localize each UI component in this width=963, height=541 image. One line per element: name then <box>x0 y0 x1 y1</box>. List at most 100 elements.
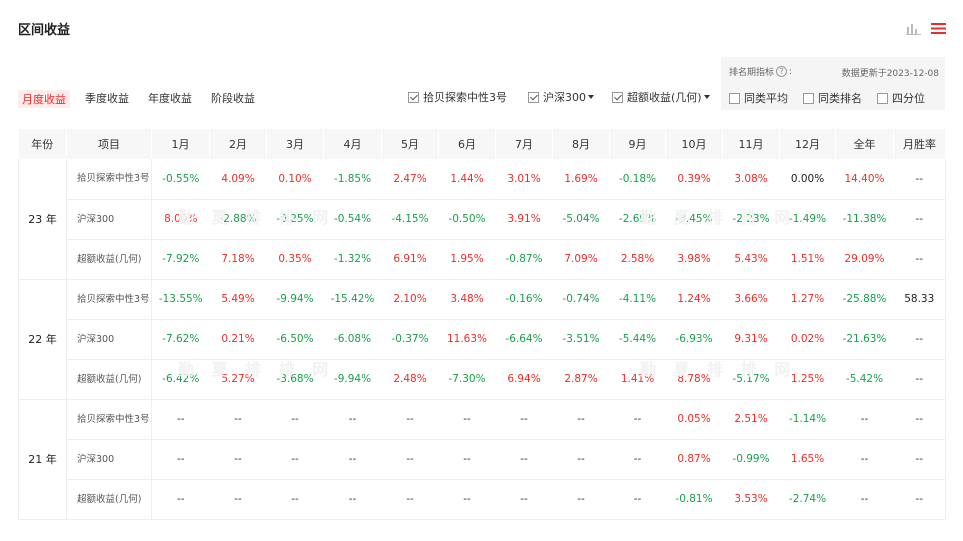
value-cell: -- <box>438 479 496 520</box>
value-cell: -0.87% <box>495 239 553 280</box>
table-header-row: 年份 项目 1月 2月 3月 4月 5月 6月 7月 8月 9月 10月 11月 12月 全年 月胜率 <box>18 129 946 159</box>
value-cell: 6.91% <box>381 239 439 280</box>
year-cell: 21 年 <box>18 399 67 520</box>
value-cell: 0.00% <box>779 159 836 200</box>
value-cell: -- <box>893 479 946 520</box>
table-row: 沪深300 -- -- -- -- -- -- -- -- -- 0.87% -0.99% 1.65% -… <box>19 439 946 480</box>
value-cell: -- <box>266 399 324 440</box>
value-cell: 3.08% <box>722 159 780 200</box>
returns-table: 年份 项目 1月 2月 3月 4月 5月 6月 7月 8月 9月 10月 11月 12月 全年 月胜率 23 … <box>18 129 946 520</box>
tab-yearly[interactable]: 年度收益 <box>148 90 192 108</box>
value-cell: -7.30% <box>438 359 496 400</box>
index-dropdown-icon[interactable] <box>588 95 594 99</box>
value-cell: 29.09% <box>835 239 894 280</box>
value-cell: 3.91% <box>495 199 553 240</box>
value-cell: 5.43% <box>722 239 780 280</box>
ranking-options: 同类平均 同类排名 四分位 <box>729 90 940 106</box>
table-row: 沪深300 -7.62% 0.21% -6.50% -6.08% -0.37% 11.63%… <box>19 319 946 360</box>
column-header: 7月 <box>495 129 553 159</box>
value-cell: -0.37% <box>381 319 439 360</box>
fund-checkbox[interactable] <box>408 91 419 103</box>
value-cell: -- <box>209 399 267 440</box>
index-filter-label: 沪深300 <box>543 91 586 104</box>
column-header: 月胜率 <box>893 129 946 159</box>
value-cell: 4.09% <box>209 159 267 200</box>
column-header: 10月 <box>665 129 723 159</box>
excess-filter-label: 超额收益(几何) <box>627 91 702 104</box>
item-cell: 超额收益(几何) <box>66 359 152 400</box>
ranking-label-text: 排名期指标 <box>729 68 775 78</box>
quartile-label: 四分位 <box>892 92 925 105</box>
ranking-label: 排名期指标 ? : <box>729 65 792 78</box>
value-cell: 1.51% <box>779 239 836 280</box>
bar-chart-icon[interactable] <box>906 21 921 35</box>
value-cell: -3.51% <box>552 319 610 360</box>
filter-excess[interactable]: 超额收益(几何) <box>612 89 710 105</box>
value-cell: 2.47% <box>381 159 439 200</box>
value-cell: -15.42% <box>323 279 382 320</box>
value-cell: -1.14% <box>779 399 836 440</box>
value-cell: 8.00% <box>151 199 210 240</box>
value-cell: -- <box>893 439 946 480</box>
column-header: 6月 <box>438 129 496 159</box>
column-header: 5月 <box>381 129 439 159</box>
column-header: 9月 <box>609 129 666 159</box>
column-header: 4月 <box>323 129 382 159</box>
value-cell: -6.42% <box>151 359 210 400</box>
value-cell: 1.65% <box>779 439 836 480</box>
value-cell: -- <box>495 439 553 480</box>
value-cell: -2.23% <box>722 199 780 240</box>
tab-stage[interactable]: 阶段收益 <box>211 90 255 108</box>
value-cell: -- <box>893 399 946 440</box>
index-checkbox[interactable] <box>528 91 539 103</box>
excess-checkbox[interactable] <box>612 91 623 103</box>
value-cell: -4.15% <box>381 199 439 240</box>
value-cell: -6.64% <box>495 319 553 360</box>
value-cell: -5.17% <box>722 359 780 400</box>
table-row: 22 年拾贝探索中性3号 -13.55% 5.49% -9.94% -15.42% 2.1… <box>18 279 946 400</box>
filter-index[interactable]: 沪深300 <box>528 89 594 105</box>
value-cell: 0.87% <box>665 439 723 480</box>
value-cell: -- <box>323 399 382 440</box>
period-tabs: 月度收益 季度收益 年度收益 阶段收益 <box>18 90 274 108</box>
value-cell: -2.69% <box>609 199 666 240</box>
quartile-checkbox[interactable] <box>877 92 888 104</box>
value-cell: 0.05% <box>665 399 723 440</box>
value-cell: 1.25% <box>779 359 836 400</box>
value-cell: -- <box>323 479 382 520</box>
value-cell: 1.69% <box>552 159 610 200</box>
value-cell: 7.09% <box>552 239 610 280</box>
filter-fund[interactable]: 拾贝探索中性3号 <box>408 89 507 105</box>
value-cell: -6.93% <box>665 319 723 360</box>
option-quartile[interactable]: 四分位 <box>877 90 925 106</box>
value-cell: -- <box>609 439 666 480</box>
option-peer-average[interactable]: 同类平均 <box>729 90 788 106</box>
value-cell: 1.27% <box>779 279 836 320</box>
value-cell: -- <box>609 479 666 520</box>
value-cell: 3.53% <box>722 479 780 520</box>
value-cell: -- <box>438 439 496 480</box>
value-cell: -- <box>151 399 210 440</box>
value-cell: -1.32% <box>323 239 382 280</box>
value-cell: -- <box>893 359 946 400</box>
tab-monthly[interactable]: 月度收益 <box>18 90 70 108</box>
value-cell: 2.10% <box>381 279 439 320</box>
value-cell: 14.40% <box>835 159 894 200</box>
value-cell: -- <box>835 479 894 520</box>
value-cell: 0.39% <box>665 159 723 200</box>
value-cell: -- <box>609 399 666 440</box>
value-cell: -0.99% <box>722 439 780 480</box>
peer-average-checkbox[interactable] <box>729 92 740 104</box>
value-cell: 3.66% <box>722 279 780 320</box>
value-cell: 0.21% <box>209 319 267 360</box>
value-cell: -- <box>552 399 610 440</box>
option-peer-rank[interactable]: 同类排名 <box>803 90 862 106</box>
peer-rank-checkbox[interactable] <box>803 92 814 104</box>
menu-icon[interactable] <box>931 22 946 35</box>
value-cell: -- <box>552 479 610 520</box>
tab-quarterly[interactable]: 季度收益 <box>85 90 129 108</box>
excess-dropdown-icon[interactable] <box>703 95 710 99</box>
item-cell: 沪深300 <box>66 319 152 360</box>
help-icon[interactable]: ? <box>776 66 788 77</box>
value-cell: -0.81% <box>665 479 723 520</box>
